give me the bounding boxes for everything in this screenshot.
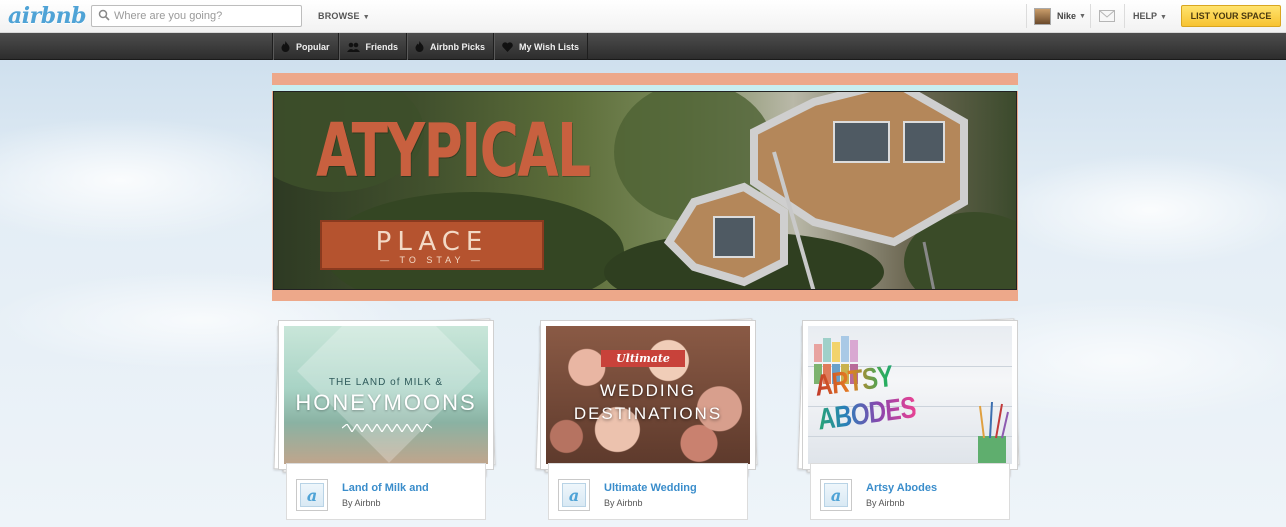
nav-item-my-wish-lists[interactable]: My Wish Lists	[493, 33, 588, 60]
nav-label: Airbnb Picks	[430, 41, 486, 52]
user-name: Nike	[1057, 11, 1077, 21]
nav-label: My Wish Lists	[519, 41, 579, 52]
divider	[1124, 4, 1125, 28]
hero-plaque-main: PLACE	[375, 227, 489, 257]
heart-icon	[502, 41, 513, 52]
airbnb-logo[interactable]: airbnb	[8, 3, 86, 29]
card-art-word-text: ARTSY ABODES	[814, 359, 917, 437]
friends-icon	[346, 42, 360, 52]
card-photo: ARTSY ABODES	[808, 326, 1012, 464]
mail-icon[interactable]	[1099, 10, 1115, 22]
card-photo-frame[interactable]: THE LAND of MILK & HONEYMOONS	[278, 320, 494, 470]
card-photo: Ultimate WEDDING DESTINATIONS	[546, 326, 750, 464]
hero-image: ATYPICAL PLACE — TO STAY —	[273, 91, 1017, 290]
card-byline: By Airbnb	[342, 498, 381, 508]
top-header: airbnb BROWSE▼ Nike▼ HELP▼ LIST YOUR SPA…	[0, 0, 1286, 33]
card-art-line2: HONEYMOONS	[295, 390, 477, 415]
card-art-line1: THE LAND of MILK &	[328, 377, 444, 388]
browse-menu[interactable]: BROWSE ▼	[318, 11, 370, 21]
nav-bar: Popular Friends Airbnb Picks My Wish Lis…	[0, 33, 1286, 60]
card-photo: THE LAND of MILK & HONEYMOONS	[284, 326, 488, 464]
avatar	[1034, 7, 1051, 25]
nav-item-airbnb-picks[interactable]: Airbnb Picks	[406, 33, 493, 60]
search-input[interactable]	[114, 7, 299, 25]
airbnb-badge-icon: a	[296, 479, 328, 511]
wishlist-card-ultimate-wedding[interactable]: Ultimate WEDDING DESTINATIONS a Ultimate…	[535, 318, 758, 525]
hero-title: ATYPICAL	[316, 108, 591, 194]
list-your-space-button[interactable]: LIST YOUR SPACE	[1181, 5, 1281, 27]
chevron-down-icon: ▼	[1079, 12, 1086, 20]
hero-banner[interactable]: ATYPICAL PLACE — TO STAY —	[272, 73, 1018, 301]
airbnb-badge-icon: a	[558, 479, 590, 511]
card-title[interactable]: Ultimate Wedding	[604, 482, 697, 494]
zigzag-ornament	[342, 424, 432, 432]
card-title[interactable]: Land of Milk and	[342, 482, 429, 494]
card-caption: a Land of Milk and By Airbnb	[286, 463, 486, 520]
flame-icon	[281, 41, 290, 52]
card-caption: a Artsy Abodes By Airbnb	[810, 463, 1010, 520]
browse-label: BROWSE	[318, 11, 360, 21]
search-box[interactable]	[91, 5, 302, 27]
nav-label: Friends	[365, 41, 399, 52]
user-menu[interactable]: Nike ▼	[1034, 6, 1086, 26]
flame-icon	[415, 41, 424, 52]
wishlist-card-land-of-milk[interactable]: THE LAND of MILK & HONEYMOONS a Land of …	[273, 318, 496, 525]
nav-item-popular[interactable]: Popular	[272, 33, 338, 60]
search-icon	[98, 9, 110, 21]
card-photo-frame[interactable]: Ultimate WEDDING DESTINATIONS	[540, 320, 756, 470]
card-title[interactable]: Artsy Abodes	[866, 482, 937, 494]
divider	[1026, 4, 1027, 28]
wishlist-card-artsy-abodes[interactable]: ARTSY ABODES a Artsy Abodes By Airbnb	[797, 318, 1020, 525]
card-art-line2: DESTINATIONS	[573, 404, 723, 423]
hero-plaque: PLACE — TO STAY —	[320, 220, 544, 270]
hero-plaque-sub: — TO STAY —	[380, 255, 484, 265]
nav-label: Popular	[296, 41, 330, 52]
card-art-line1: WEDDING	[599, 381, 697, 400]
chevron-down-icon: ▼	[1160, 14, 1167, 21]
divider	[1090, 4, 1091, 28]
chevron-down-icon: ▼	[362, 14, 370, 21]
airbnb-badge-icon: a	[820, 479, 852, 511]
help-label: HELP	[1133, 11, 1158, 21]
card-photo-frame[interactable]: ARTSY ABODES	[802, 320, 1018, 470]
help-menu[interactable]: HELP ▼	[1133, 11, 1167, 21]
nav-item-friends[interactable]: Friends	[337, 33, 407, 60]
card-art-ribbon: Ultimate	[601, 350, 685, 367]
card-caption: a Ultimate Wedding By Airbnb	[548, 463, 748, 520]
card-byline: By Airbnb	[866, 498, 905, 508]
card-byline: By Airbnb	[604, 498, 643, 508]
